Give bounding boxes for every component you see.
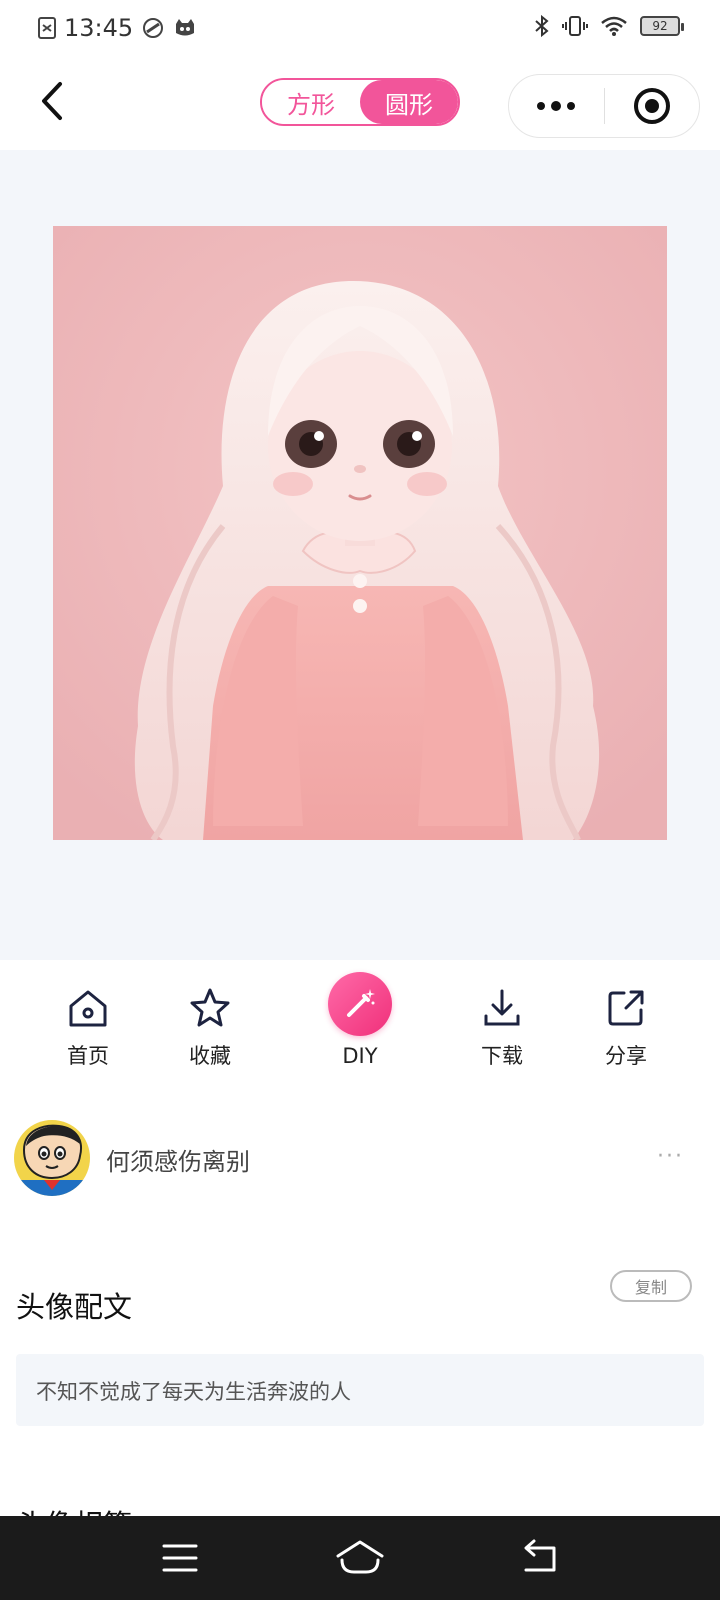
sim-icon (38, 17, 56, 39)
download-icon (484, 989, 520, 1026)
back-system-button[interactable] (510, 1536, 570, 1580)
home-label: 首页 (67, 1044, 109, 1068)
target-icon (633, 88, 670, 124)
cat-icon (176, 19, 195, 36)
diy-button[interactable]: DIY (310, 960, 410, 1080)
favorite-label: 收藏 (189, 1044, 231, 1068)
author-row: 何须感伤离别 ··· (0, 1116, 720, 1196)
top-nav: 方形 圆形 (0, 56, 720, 148)
caption-box: 不知不觉成了每天为生活奔波的人 (16, 1354, 704, 1426)
app-icon (143, 18, 164, 38)
magic-wand-icon (347, 989, 375, 1017)
home-outline-icon (336, 1540, 384, 1574)
diy-circle (328, 972, 392, 1036)
doll-illustration (53, 226, 667, 840)
avatar-preview-image[interactable] (53, 226, 667, 840)
share-label: 分享 (605, 1044, 647, 1068)
download-label: 下载 (481, 1044, 523, 1068)
author-more-button[interactable]: ··· (657, 1144, 684, 1169)
more-dots-icon (537, 101, 576, 111)
miniprogram-capsule (508, 74, 700, 138)
battery-icon: 92 (640, 16, 684, 36)
wifi-icon (601, 16, 627, 36)
system-nav-bar (0, 1516, 720, 1600)
home-icon (69, 990, 107, 1027)
more-menu-button[interactable] (509, 75, 604, 137)
bluetooth-icon (535, 14, 549, 38)
diy-label: DIY (342, 1044, 378, 1068)
author-avatar[interactable] (14, 1120, 90, 1196)
back-button[interactable] (32, 76, 72, 126)
shape-round-option[interactable]: 圆形 (360, 80, 458, 124)
share-icon (608, 990, 644, 1026)
menu-lines-icon (162, 1544, 198, 1572)
preview-stage (0, 150, 720, 960)
home-button[interactable]: 首页 (38, 960, 138, 1080)
caption-text: 不知不觉成了每天为生活奔波的人 (36, 1380, 351, 1404)
cartoon-avatar-illustration (14, 1120, 90, 1196)
share-button[interactable]: 分享 (576, 960, 676, 1080)
status-time: 13:45 (64, 14, 134, 42)
download-button[interactable]: 下载 (452, 960, 552, 1080)
page: 13:45 92 方形 圆形 首页 收藏 DIY 下载 分享 何须感伤离别 ··… (0, 0, 720, 1600)
back-return-icon (524, 1539, 556, 1572)
copy-button[interactable]: 复制 (610, 1270, 692, 1302)
caption-section-title: 头像配文 (16, 1290, 133, 1324)
close-miniprogram-button[interactable] (605, 75, 700, 137)
author-name[interactable]: 何须感伤离别 (106, 1142, 250, 1177)
status-bar: 13:45 92 (0, 0, 720, 56)
action-bar: 首页 收藏 DIY 下载 分享 (0, 960, 720, 1080)
back-arrow-icon (42, 82, 62, 120)
vibrate-icon (562, 16, 588, 36)
shape-toggle: 方形 圆形 (260, 78, 460, 126)
star-icon (190, 988, 230, 1027)
recents-button[interactable] (150, 1536, 210, 1580)
favorite-button[interactable]: 收藏 (160, 960, 260, 1080)
battery-level: 92 (652, 19, 668, 33)
shape-square-option[interactable]: 方形 (262, 80, 360, 124)
home-system-button[interactable] (330, 1536, 390, 1580)
